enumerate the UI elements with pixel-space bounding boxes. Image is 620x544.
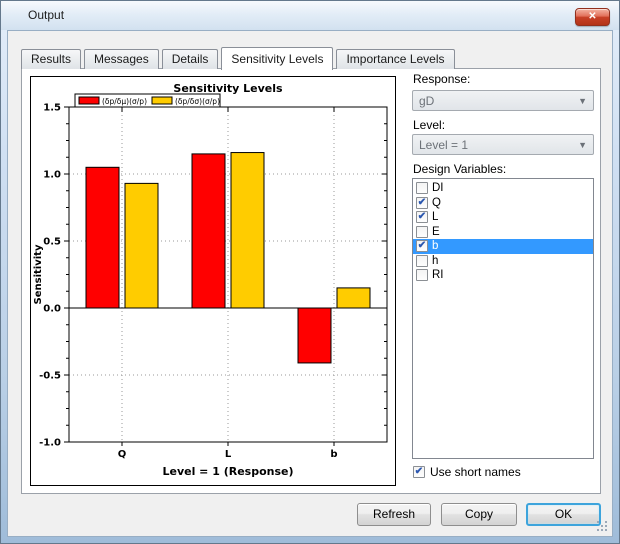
response-select: gD ▼ bbox=[412, 90, 594, 111]
list-item-RI[interactable]: RI bbox=[413, 268, 593, 283]
list-item-E[interactable]: E bbox=[413, 225, 593, 240]
tab-sensitivity-levels[interactable]: Sensitivity Levels bbox=[221, 47, 333, 70]
tab-strip: ResultsMessagesDetailsSensitivity Levels… bbox=[21, 46, 458, 69]
titlebar[interactable]: Output ✕ bbox=[1, 1, 619, 30]
list-item-DI[interactable]: DI bbox=[413, 181, 593, 196]
bar-b-series2 bbox=[337, 288, 370, 308]
response-value: gD bbox=[419, 94, 434, 108]
checkbox-unchecked-icon[interactable] bbox=[416, 255, 428, 267]
controls-panel: Response: gD ▼ Level: Level = 1 ▼ Design… bbox=[412, 69, 594, 493]
bar-Q-series2 bbox=[125, 183, 158, 308]
list-item-label: DI bbox=[432, 182, 444, 194]
bar-Q-series1 bbox=[86, 167, 119, 308]
y-tick-label: -1.0 bbox=[39, 438, 61, 449]
y-tick-label: 0.0 bbox=[43, 304, 61, 315]
list-item-label: b bbox=[432, 240, 438, 252]
dialog-body: ResultsMessagesDetailsSensitivity Levels… bbox=[7, 30, 613, 537]
legend-swatch-2 bbox=[152, 97, 172, 104]
response-label: Response: bbox=[413, 72, 470, 86]
legend-label-2: (δp/δσ)(σ/p) bbox=[175, 97, 220, 106]
list-item-label: RI bbox=[432, 269, 444, 281]
list-item-L[interactable]: ✔L bbox=[413, 210, 593, 225]
legend-swatch-1 bbox=[79, 97, 99, 104]
refresh-button[interactable]: Refresh bbox=[357, 503, 431, 526]
ok-button[interactable]: OK bbox=[526, 503, 601, 526]
legend-label-1: (δp/δμ)(σ/p) bbox=[102, 97, 147, 106]
bar-b-series1 bbox=[298, 308, 331, 363]
y-axis-label: Sensitivity bbox=[33, 244, 44, 304]
close-button[interactable]: ✕ bbox=[575, 8, 610, 26]
use-short-names-checkbox[interactable]: ✔ bbox=[413, 466, 425, 478]
checkbox-unchecked-icon[interactable] bbox=[416, 182, 428, 194]
chevron-down-icon: ▼ bbox=[578, 96, 587, 106]
use-short-names-label: Use short names bbox=[430, 465, 521, 479]
level-value: Level = 1 bbox=[419, 138, 468, 152]
close-icon: ✕ bbox=[588, 11, 596, 22]
window-title: Output bbox=[28, 8, 64, 22]
checkbox-unchecked-icon[interactable] bbox=[416, 226, 428, 238]
bar-L-series2 bbox=[231, 153, 264, 308]
chevron-down-icon: ▼ bbox=[578, 140, 587, 150]
list-item-label: E bbox=[432, 226, 440, 238]
x-tick-label: Q bbox=[118, 449, 127, 460]
copy-button[interactable]: Copy bbox=[441, 503, 517, 526]
use-short-names-row: ✔ Use short names bbox=[413, 465, 521, 479]
list-item-label: L bbox=[432, 211, 438, 223]
design-variables-list[interactable]: DI✔Q✔LE✔bhRI bbox=[412, 178, 594, 459]
x-tick-label: L bbox=[225, 449, 232, 460]
y-tick-label: -0.5 bbox=[39, 371, 61, 382]
tab-messages[interactable]: Messages bbox=[84, 49, 159, 69]
checkbox-checked-icon[interactable]: ✔ bbox=[416, 197, 428, 209]
list-item-b[interactable]: ✔b bbox=[413, 239, 593, 254]
level-label: Level: bbox=[413, 118, 445, 132]
design-variables-label: Design Variables: bbox=[413, 162, 506, 176]
chart-title: Sensitivity Levels bbox=[173, 82, 283, 95]
sensitivity-chart: -1.0 -0.5 0.0 0.5 1.0 1.5 Q Lb Sensitivity Level… bbox=[31, 77, 395, 485]
level-select: Level = 1 ▼ bbox=[412, 134, 594, 155]
resize-grip[interactable] bbox=[597, 521, 607, 531]
list-item-label: h bbox=[432, 255, 438, 267]
tab-importance-levels[interactable]: Importance Levels bbox=[336, 49, 454, 69]
y-tick-label: 1.5 bbox=[43, 103, 61, 114]
checkbox-checked-icon[interactable]: ✔ bbox=[416, 240, 428, 252]
x-tick-label: b bbox=[330, 449, 337, 460]
output-dialog: Output ✕ ResultsMessagesDetailsSensitivi… bbox=[0, 0, 620, 544]
checkbox-checked-icon[interactable]: ✔ bbox=[416, 211, 428, 223]
list-item-label: Q bbox=[432, 197, 441, 209]
x-axis-label: Level = 1 (Response) bbox=[162, 465, 293, 478]
tab-results[interactable]: Results bbox=[21, 49, 81, 69]
check-icon: ✔ bbox=[415, 467, 423, 477]
checkbox-unchecked-icon[interactable] bbox=[416, 269, 428, 281]
list-item-h[interactable]: h bbox=[413, 254, 593, 269]
list-item-Q[interactable]: ✔Q bbox=[413, 196, 593, 211]
tab-details[interactable]: Details bbox=[162, 49, 219, 69]
y-tick-label: 1.0 bbox=[43, 170, 61, 181]
chart-panel: -1.0 -0.5 0.0 0.5 1.0 1.5 Q Lb Sensitivity Level… bbox=[30, 76, 396, 486]
tab-page-sensitivity-levels: -1.0-0.50.00.51.01.5QLbSensitivity Level… bbox=[21, 68, 601, 494]
y-tick-label: 0.5 bbox=[43, 237, 61, 248]
bar-L-series1 bbox=[192, 154, 225, 308]
